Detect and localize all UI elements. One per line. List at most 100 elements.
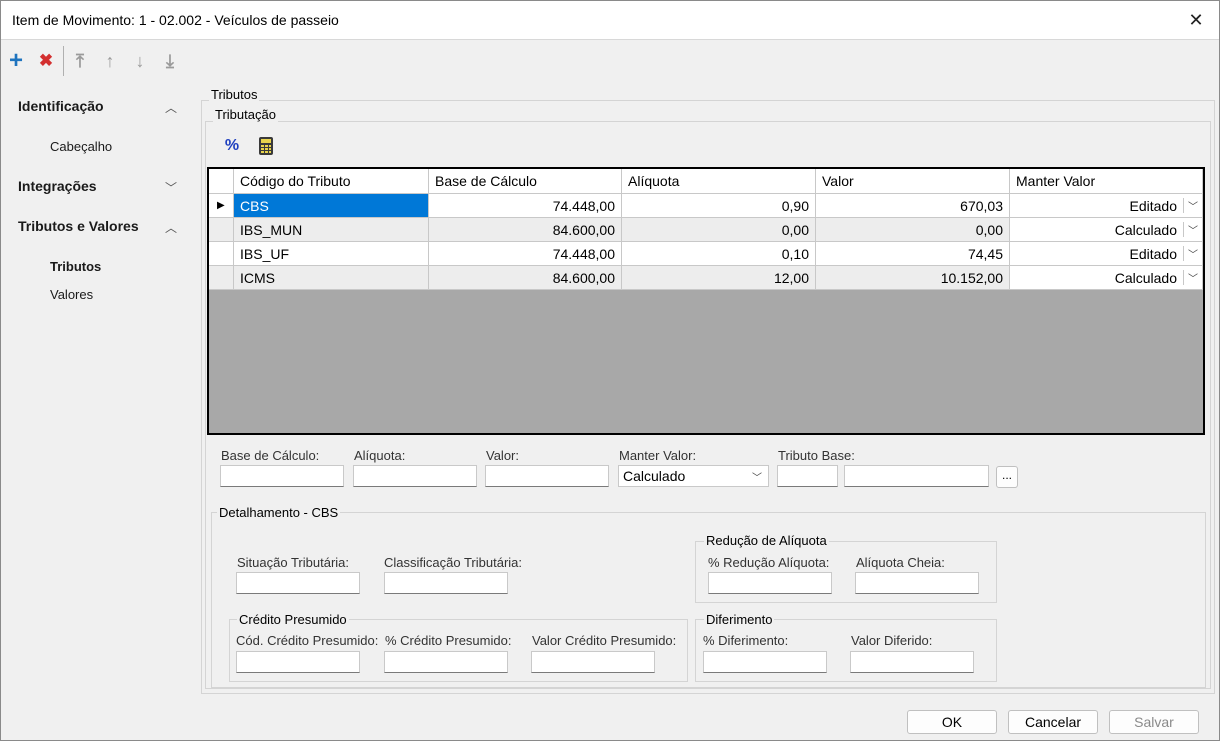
cell-base[interactable]: 74.448,00 [428,241,622,266]
tributos-grid[interactable]: Código do Tributo Base de Cálculo Alíquo… [207,167,1205,435]
chevron-down-icon[interactable]: ﹀ [1183,270,1202,285]
sidebar-section-integracoes[interactable]: Integrações [18,178,97,194]
cell-base[interactable]: 84.600,00 [428,217,622,242]
chevron-down-icon[interactable]: ﹀ [1183,222,1202,237]
diferimento-title: Diferimento [704,612,775,627]
grid-header-row: Código do Tributo Base de Cálculo Alíquo… [209,169,1203,194]
dialog-window: Item de Movimento: 1 - 02.002 - Veículos… [0,0,1220,741]
chevron-down-icon[interactable]: ﹀ [1183,198,1202,213]
move-down-icon[interactable]: ↓ [129,50,151,72]
cod-credito-label: Cód. Crédito Presumido: [236,633,379,648]
chevron-down-icon[interactable]: ﹀ [161,179,181,196]
sidebar-section-identificacao[interactable]: Identificação [18,98,104,114]
column-header-aliquota[interactable]: Alíquota [621,169,816,194]
delete-icon[interactable]: ✖ [35,50,57,72]
cell-base[interactable]: 84.600,00 [428,265,622,290]
move-last-icon[interactable]: ⤓ [159,50,181,72]
base-calculo-input[interactable] [220,465,344,487]
sidebar-item-tributos[interactable]: Tributos [50,259,101,274]
add-icon[interactable]: + [5,47,27,74]
cell-valor[interactable]: 0,00 [815,217,1010,242]
cell-aliquota[interactable]: 0,00 [621,217,816,242]
cell-aliquota[interactable]: 12,00 [621,265,816,290]
valor-diferido-label: Valor Diferido: [851,633,933,648]
percent-glyph: % [224,137,240,154]
pct-diferimento-input[interactable] [703,651,827,673]
cod-credito-input[interactable] [236,651,360,673]
cell-codigo[interactable]: IBS_UF [233,241,429,266]
cell-manter[interactable]: Editado ﹀ [1009,241,1203,266]
base-calculo-label: Base de Cálculo: [221,448,320,463]
tributo-base-description-input[interactable] [844,465,989,487]
table-row[interactable]: ▶ CBS 74.448,00 0,90 670,03 Editado ﹀ [209,193,1203,218]
tributo-base-lookup-button[interactable]: ... [996,466,1018,488]
aliquota-cheia-input[interactable] [855,572,979,594]
row-header [209,217,234,242]
table-row[interactable]: IBS_MUN 84.600,00 0,00 0,00 Calculado ﹀ [209,217,1203,242]
cell-manter-value: Calculado [1114,221,1177,238]
row-header [209,265,234,290]
pct-credito-label: % Crédito Presumido: [385,633,512,648]
cell-aliquota[interactable]: 0,10 [621,241,816,266]
reducao-aliquota-title: Redução de Alíquota [704,533,829,548]
chevron-down-icon[interactable]: ﹀ [1183,246,1202,261]
current-row-indicator: ▶ [209,193,234,218]
sidebar-section-tributos-valores[interactable]: Tributos e Valores [18,218,139,234]
cancel-button[interactable]: Cancelar [1008,710,1098,734]
sidebar: Identificação ︿ Cabeçalho Integrações ﹀ … [1,81,199,701]
detalhamento-title: Detalhamento - CBS [217,505,341,520]
sidebar-item-valores[interactable]: Valores [50,287,93,302]
cell-manter-value: Editado [1129,197,1177,214]
cell-manter[interactable]: Calculado ﹀ [1009,217,1203,242]
cell-base[interactable]: 74.448,00 [428,193,622,218]
table-row[interactable]: IBS_UF 74.448,00 0,10 74,45 Editado ﹀ [209,241,1203,266]
reducao-pct-label: % Redução Alíquota: [708,555,830,570]
aliquota-label: Alíquota: [354,448,406,463]
valor-credito-label: Valor Crédito Presumido: [532,633,677,648]
classificacao-tributaria-input[interactable] [384,572,508,594]
column-header-valor[interactable]: Valor [815,169,1010,194]
cell-valor[interactable]: 74,45 [815,241,1010,266]
cell-manter-value: Editado [1129,245,1177,262]
cell-valor[interactable]: 670,03 [815,193,1010,218]
column-header-base[interactable]: Base de Cálculo [428,169,622,194]
cell-codigo[interactable]: IBS_MUN [233,217,429,242]
move-up-icon[interactable]: ↑ [99,50,121,72]
tributos-group-title: Tributos [209,87,260,102]
close-icon[interactable]: ✕ [1173,1,1219,39]
calculator-icon[interactable] [255,135,277,157]
cell-aliquota[interactable]: 0,90 [621,193,816,218]
chevron-up-icon[interactable]: ︿ [161,219,181,236]
valor-input[interactable] [485,465,609,487]
situacao-tributaria-input[interactable] [236,572,360,594]
valor-credito-input[interactable] [531,651,655,673]
save-button[interactable]: Salvar [1109,710,1199,734]
cell-manter[interactable]: Calculado ﹀ [1009,265,1203,290]
cell-codigo[interactable]: CBS [233,193,429,218]
credito-presumido-title: Crédito Presumido [237,612,349,627]
chevron-up-icon[interactable]: ︿ [161,99,181,116]
sidebar-item-cabecalho[interactable]: Cabeçalho [50,139,112,154]
tributo-base-label: Tributo Base: [778,448,855,463]
cell-manter[interactable]: Editado ﹀ [1009,193,1203,218]
cell-manter-value: Calculado [1114,269,1177,286]
move-first-icon[interactable]: ⤒ [69,50,91,72]
reducao-pct-input[interactable] [708,572,832,594]
manter-valor-select[interactable]: Calculado ﹀ [618,465,769,487]
aliquota-input[interactable] [353,465,477,487]
pct-credito-input[interactable] [384,651,508,673]
tributacao-group-title: Tributação [213,107,278,122]
percent-icon[interactable]: % [221,135,243,157]
row-header-corner [209,169,234,194]
row-header [209,241,234,266]
table-row[interactable]: ICMS 84.600,00 12,00 10.152,00 Calculado… [209,265,1203,290]
cell-valor[interactable]: 10.152,00 [815,265,1010,290]
column-header-manter[interactable]: Manter Valor [1009,169,1203,194]
ok-button[interactable]: OK [907,710,997,734]
valor-diferido-input[interactable] [850,651,974,673]
column-header-codigo[interactable]: Código do Tributo [233,169,429,194]
aliquota-cheia-label: Alíquota Cheia: [856,555,945,570]
cell-codigo[interactable]: ICMS [233,265,429,290]
window-title: Item de Movimento: 1 - 02.002 - Veículos… [12,12,339,28]
tributo-base-code-input[interactable] [777,465,838,487]
